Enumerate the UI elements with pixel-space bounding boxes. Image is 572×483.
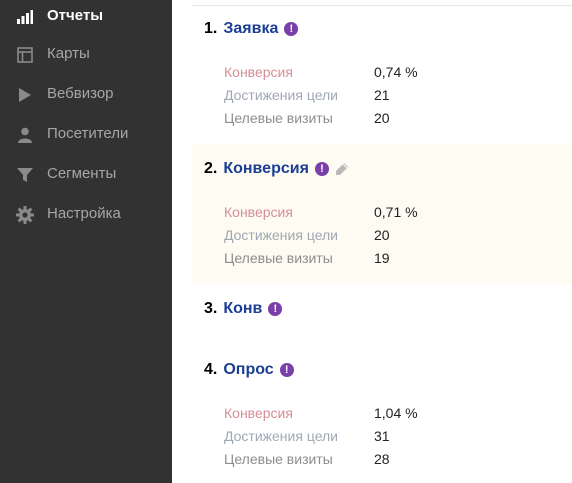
visits-label: Целевые визиты xyxy=(224,110,333,126)
info-icon[interactable]: ! xyxy=(268,302,283,316)
conversion-value: 0,74 % xyxy=(374,64,418,80)
sidebar-item-label: Настройка xyxy=(47,205,121,222)
sidebar-item-settings[interactable]: Настройка xyxy=(0,198,172,232)
goal-number: 1. xyxy=(204,20,218,37)
goals-panel: 1. Заявка ! Конверсия 0,74 % Достижения … xyxy=(172,0,572,483)
filter-icon xyxy=(16,166,34,184)
goal-card: 1. Заявка ! Конверсия 0,74 % Достижения … xyxy=(192,0,572,140)
sidebar: Отчеты Карты Вебвизор Посетители Сегмент… xyxy=(0,0,172,483)
sidebar-item-segments[interactable]: Сегменты xyxy=(0,158,172,192)
visits-label: Целевые визиты xyxy=(224,451,333,467)
goal-header: 2. Конверсия ! xyxy=(204,158,349,180)
sidebar-item-label: Сегменты xyxy=(47,165,117,182)
achievements-label: Достижения цели xyxy=(224,87,339,103)
layout-icon xyxy=(16,46,34,64)
goal-number: 3. xyxy=(204,300,218,317)
pencil-icon[interactable] xyxy=(335,162,349,176)
goal-title-link[interactable]: Опрос xyxy=(223,361,273,379)
conversion-label: Конверсия xyxy=(224,64,293,80)
goal-card: 4. Опрос ! Конверсия 1,04 % Достижения ц… xyxy=(192,344,572,483)
goal-header: 1. Заявка ! xyxy=(204,18,299,40)
info-icon[interactable]: ! xyxy=(279,363,294,377)
goal-number: 4. xyxy=(204,361,218,378)
visits-value: 19 xyxy=(374,250,390,266)
goal-number: 2. xyxy=(204,160,218,177)
play-icon xyxy=(16,86,34,104)
sidebar-item-maps[interactable]: Карты xyxy=(0,38,172,72)
goal-card: 2. Конверсия ! Конверсия 0,71 % Достижен… xyxy=(192,144,572,284)
info-icon[interactable]: ! xyxy=(284,22,299,36)
visits-value: 28 xyxy=(374,451,390,467)
achievements-label: Достижения цели xyxy=(224,227,339,243)
conversion-label: Конверсия xyxy=(224,405,293,421)
sidebar-item-label: Посетители xyxy=(47,125,129,142)
user-icon xyxy=(16,126,34,144)
bar-chart-icon xyxy=(16,8,34,26)
sidebar-item-label: Вебвизор xyxy=(47,85,114,102)
sidebar-item-reports[interactable]: Отчеты xyxy=(0,0,172,34)
sidebar-item-label: Карты xyxy=(47,45,90,62)
visits-value: 20 xyxy=(374,110,390,126)
goal-card: 3. Конв ! xyxy=(192,284,572,344)
goal-title-link[interactable]: Заявка xyxy=(223,20,278,38)
goal-header: 3. Конв ! xyxy=(204,298,283,320)
conversion-value: 0,71 % xyxy=(374,204,418,220)
goal-header: 4. Опрос ! xyxy=(204,359,294,381)
achievements-label: Достижения цели xyxy=(224,428,339,444)
sidebar-item-visitors[interactable]: Посетители xyxy=(0,118,172,152)
achievements-value: 31 xyxy=(374,428,390,444)
conversion-label: Конверсия xyxy=(224,204,293,220)
sidebar-item-label: Отчеты xyxy=(47,7,104,24)
goal-title-link[interactable]: Конверсия xyxy=(223,160,309,178)
achievements-value: 20 xyxy=(374,227,390,243)
achievements-value: 21 xyxy=(374,87,390,103)
visits-label: Целевые визиты xyxy=(224,250,333,266)
gear-icon xyxy=(16,206,34,224)
conversion-value: 1,04 % xyxy=(374,405,418,421)
info-icon[interactable]: ! xyxy=(314,162,329,176)
goal-title-link[interactable]: Конв xyxy=(223,300,262,318)
sidebar-item-webvisor[interactable]: Вебвизор xyxy=(0,78,172,112)
